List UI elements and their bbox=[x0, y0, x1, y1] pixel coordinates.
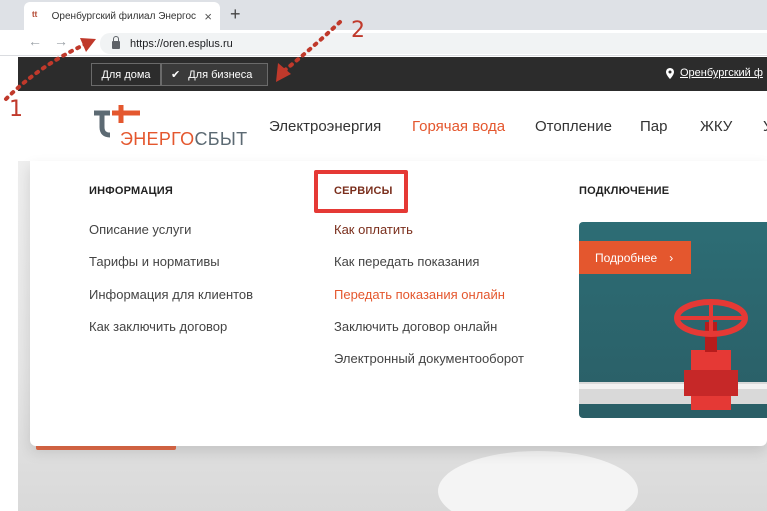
link-submit-readings-online[interactable]: Передать показания онлайн bbox=[334, 287, 505, 302]
nav-steam[interactable]: Пар bbox=[640, 118, 667, 135]
site-header: ЭНЕРГОСБЫТ Электроэнергия Горячая вода О… bbox=[18, 91, 767, 161]
link-contract-online[interactable]: Заключить договор онлайн bbox=[334, 319, 497, 334]
browser-tabstrip: ᵗᵗ Оренбургский филиал Энергос × + bbox=[0, 0, 767, 30]
back-arrow-icon[interactable]: ← bbox=[28, 33, 42, 49]
logo-text-sbyt: СБЫТ bbox=[194, 129, 248, 149]
site-favicon-icon: ᵗᵗ bbox=[32, 9, 38, 23]
link-how-to-pay[interactable]: Как оплатить bbox=[334, 222, 413, 237]
annotation-number-2: 2 bbox=[351, 18, 365, 43]
hot-water-dropdown: ИНФОРМАЦИЯ Описание услуги Тарифы и норм… bbox=[30, 161, 767, 446]
connection-promo-banner[interactable]: Подробнее › bbox=[579, 222, 767, 418]
more-button[interactable]: Подробнее › bbox=[579, 241, 691, 274]
for-business-button[interactable]: ✔ Для бизнеса bbox=[161, 63, 268, 86]
link-service-description[interactable]: Описание услуги bbox=[89, 222, 191, 237]
link-client-info[interactable]: Информация для клиентов bbox=[89, 287, 253, 302]
address-bar[interactable]: https://oren.esplus.ru bbox=[100, 33, 767, 54]
location-pin-icon bbox=[666, 67, 674, 79]
new-tab-icon[interactable]: + bbox=[230, 4, 241, 25]
tab-title: Оренбургский филиал Энергос bbox=[51, 10, 197, 22]
chevron-right-icon: › bbox=[669, 250, 674, 265]
browser-tab[interactable]: ᵗᵗ Оренбургский филиал Энергос × bbox=[24, 2, 220, 30]
services-highlight-box bbox=[314, 170, 408, 213]
url-text: https://oren.esplus.ru bbox=[130, 37, 233, 50]
nav-housing[interactable]: ЖКУ bbox=[700, 118, 732, 135]
forward-arrow-icon[interactable]: → bbox=[54, 33, 68, 49]
for-home-label: Для дома bbox=[101, 68, 151, 81]
checkmark-icon: ✔ bbox=[171, 69, 181, 81]
annotation-number-1: 1 bbox=[9, 97, 23, 122]
browser-toolbar: ← → https://oren.esplus.ru bbox=[0, 30, 767, 56]
region-label: Оренбургский ф bbox=[680, 67, 763, 79]
link-edo[interactable]: Электронный документооборот bbox=[334, 351, 524, 366]
nav-hot-water[interactable]: Горячая вода bbox=[412, 118, 505, 135]
link-how-to-contract[interactable]: Как заключить договор bbox=[89, 319, 227, 334]
connection-heading: ПОДКЛЮЧЕНИЕ bbox=[579, 185, 670, 197]
for-business-label: Для бизнеса bbox=[188, 68, 253, 81]
more-button-label: Подробнее bbox=[595, 250, 658, 265]
info-heading: ИНФОРМАЦИЯ bbox=[89, 185, 173, 197]
nav-heating[interactable]: Отопление bbox=[535, 118, 612, 135]
energosbyt-logo[interactable]: ЭНЕРГОСБЫТ bbox=[90, 101, 247, 149]
nav-more[interactable]: У bbox=[763, 118, 767, 135]
for-home-button[interactable]: Для дома bbox=[91, 63, 161, 86]
link-how-to-submit-readings[interactable]: Как передать показания bbox=[334, 254, 479, 269]
logo-text-energo: ЭНЕРГО bbox=[120, 129, 195, 149]
nav-electricity[interactable]: Электроэнергия bbox=[269, 118, 381, 135]
lock-icon bbox=[112, 36, 120, 49]
close-tab-icon[interactable]: × bbox=[204, 9, 212, 24]
link-tariffs[interactable]: Тарифы и нормативы bbox=[89, 254, 220, 269]
site-topbar: Для дома ✔ Для бизнеса Оренбургский ф bbox=[18, 57, 767, 91]
background-shape bbox=[438, 451, 638, 511]
region-selector[interactable]: Оренбургский ф bbox=[666, 67, 763, 79]
